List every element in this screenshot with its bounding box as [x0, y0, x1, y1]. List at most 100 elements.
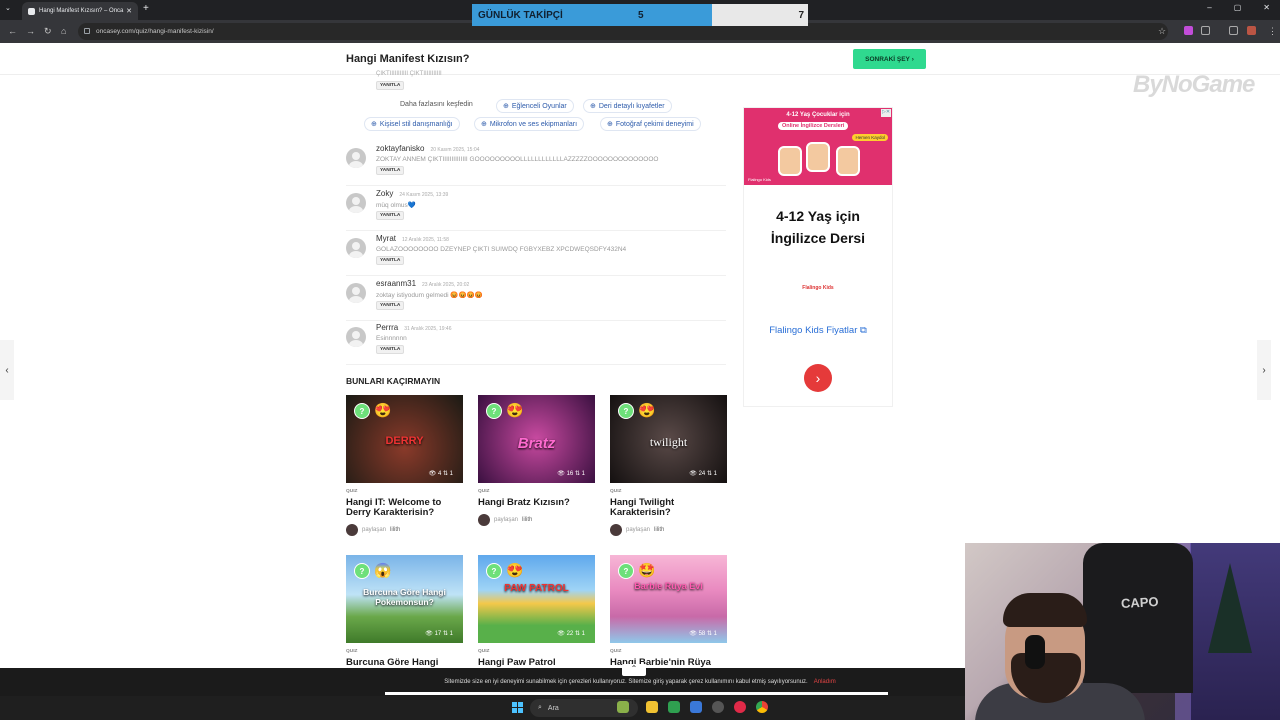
- emoji-badge-icon: 😍: [506, 562, 524, 578]
- chrome-icon[interactable]: [756, 701, 768, 713]
- card-title[interactable]: Hangi Twilight Karakterisin?: [610, 498, 728, 518]
- quiz-card[interactable]: ? 🤩 Barbie Rüya Evi 👁 58 ⇅ 1 QUIZ Hangi …: [610, 555, 728, 668]
- ad-link-label: Flalingo Kids Fiyatlar: [769, 325, 858, 336]
- explore-chip[interactable]: Deri detaylı kıyafetler: [583, 99, 672, 113]
- extension-icon[interactable]: [1184, 26, 1193, 35]
- ad-link[interactable]: Flalingo Kids Fiyatlar ⧉: [744, 325, 892, 336]
- next-arrow-icon[interactable]: ›: [1257, 340, 1271, 400]
- maximize-button[interactable]: ▢: [1234, 3, 1242, 12]
- menu-kebab-icon[interactable]: ⋮: [1268, 26, 1277, 37]
- author-name[interactable]: lilith: [522, 517, 532, 523]
- next-button-label: SONRAKİ ŞEY: [865, 55, 910, 63]
- media-player-icon[interactable]: [734, 701, 746, 713]
- shared-by-label: paylaşan: [494, 517, 519, 523]
- browser-tab[interactable]: Hangi Manifest Kızısın? – Onca ✕: [22, 2, 138, 20]
- emoji-badge-icon: 😍: [374, 402, 392, 418]
- scroll-top-icon[interactable]: ⌃: [622, 664, 646, 676]
- minimize-button[interactable]: –: [1207, 3, 1211, 12]
- home-icon[interactable]: ⌂: [61, 26, 66, 36]
- tab-close-icon[interactable]: ✕: [126, 7, 132, 15]
- extensions-puzzle-icon[interactable]: [1201, 26, 1210, 35]
- search-icon: ⌕: [538, 704, 542, 711]
- card-stats: 👁 22 ⇅ 1: [557, 631, 585, 637]
- quiz-thumbnail[interactable]: ? 😍 Bratz 👁 16 ⇅ 1: [478, 395, 595, 483]
- cookie-accept-link[interactable]: Anladım: [814, 679, 836, 685]
- author-name[interactable]: lilith: [654, 527, 664, 533]
- taskbar-search-label: Ara: [547, 704, 559, 712]
- reply-button[interactable]: YANITLA: [376, 166, 405, 175]
- chair-logo: CAPO: [1120, 594, 1159, 611]
- shared-by-label: paylaşan: [626, 527, 651, 533]
- avatar: [346, 193, 366, 213]
- card-title[interactable]: Hangi Bratz Kızısın?: [478, 498, 596, 508]
- quiz-card[interactable]: ? 😍 DERRY 👁 4 ⇅ 1 QUIZ Hangi IT: Welcome…: [346, 395, 464, 536]
- card-author: paylaşan lilith: [346, 524, 464, 536]
- card-title[interactable]: Hangi IT: Welcome to Derry Karakterisin?: [346, 498, 464, 518]
- prev-arrow-icon[interactable]: ‹: [0, 340, 14, 400]
- quiz-thumbnail[interactable]: ? 🤩 Barbie Rüya Evi 👁 58 ⇅ 1: [610, 555, 727, 643]
- thumbnail-title: Burcuna Göre Hangi Pokemonsun?: [363, 587, 446, 607]
- view-count: 16: [566, 471, 574, 477]
- follower-goal-area: 7: [712, 4, 808, 26]
- favicon-icon: [28, 7, 35, 15]
- new-tab-icon[interactable]: +: [143, 3, 149, 14]
- reply-button[interactable]: YANITLA: [376, 345, 405, 354]
- start-menu-icon[interactable]: [512, 702, 523, 713]
- avatar: [346, 283, 366, 303]
- flalingo-ad[interactable]: 4-12 Yaş Çocuklar için Online İngilizce …: [743, 107, 893, 407]
- quiz-thumbnail[interactable]: ? 😍 twilight 👁 24 ⇅ 1: [610, 395, 727, 483]
- card-stats: 👁 4 ⇅ 1: [428, 471, 453, 477]
- quiz-card[interactable]: ? 😍 PAW PATROL 👁 22 ⇅ 1 QUIZ Hangi Paw P…: [478, 555, 596, 668]
- view-count: 24: [698, 471, 706, 477]
- quiz-card[interactable]: ? 😍 twilight 👁 24 ⇅ 1 QUIZ Hangi Twiligh…: [610, 395, 728, 536]
- reply-button[interactable]: YANITLA: [376, 81, 405, 90]
- widgets-icon[interactable]: [617, 701, 629, 713]
- card-tag: QUIZ: [478, 489, 490, 494]
- forward-icon[interactable]: →: [26, 26, 35, 36]
- obs-icon[interactable]: [712, 701, 724, 713]
- close-window-button[interactable]: ✕: [1263, 3, 1270, 12]
- christmas-tree: [1208, 563, 1252, 653]
- ad-choices-icon[interactable]: ▷✕: [881, 109, 891, 117]
- card-title[interactable]: Burcuna Göre Hangi: [346, 658, 464, 668]
- quiz-card[interactable]: ? 😱 Burcuna Göre Hangi Pokemonsun? 👁 17 …: [346, 555, 464, 668]
- cookie-text: Sitemizde size en iyi deneyimi sunabilme…: [444, 679, 808, 685]
- question-badge-icon: ?: [486, 563, 502, 579]
- word-icon[interactable]: [690, 701, 702, 713]
- card-stats: 👁 16 ⇅ 1: [557, 471, 585, 477]
- comment-author[interactable]: Perrra: [376, 323, 398, 332]
- next-thing-button[interactable]: SONRAKİ ŞEY ›: [853, 49, 926, 69]
- explore-chip[interactable]: Fotoğraf çekimi deneyimi: [600, 117, 701, 131]
- profile-avatar-icon[interactable]: [1247, 26, 1256, 35]
- avatar: [346, 327, 366, 347]
- reply-button[interactable]: YANITLA: [376, 256, 405, 265]
- ad-headline: 4-12 Yaş için İngilizce Dersi: [744, 205, 892, 249]
- explore-chip[interactable]: Kişisel stil danışmanlığı: [364, 117, 460, 131]
- bookmark-star-icon[interactable]: ☆: [1158, 26, 1166, 37]
- quiz-card[interactable]: ? 😍 Bratz 👁 16 ⇅ 1 QUIZ Hangi Bratz Kızı…: [478, 395, 596, 526]
- comment-author[interactable]: Zoky: [376, 189, 393, 198]
- card-tag: QUIZ: [346, 489, 358, 494]
- reply-button[interactable]: YANITLA: [376, 301, 405, 310]
- comment-author[interactable]: zoktayfanisko: [376, 144, 424, 153]
- card-title[interactable]: Hangi Paw Patrol: [478, 658, 596, 668]
- back-icon[interactable]: ←: [8, 26, 17, 36]
- emoji-badge-icon: 🤩: [638, 562, 656, 578]
- downloads-icon[interactable]: [1229, 26, 1238, 35]
- quiz-thumbnail[interactable]: ? 😍 DERRY 👁 4 ⇅ 1: [346, 395, 463, 483]
- explore-chip[interactable]: Eğlenceli Oyunlar: [496, 99, 574, 113]
- reply-button[interactable]: YANITLA: [376, 211, 405, 220]
- ad-banner-image[interactable]: 4-12 Yaş Çocuklar için Online İngilizce …: [744, 108, 892, 185]
- author-name[interactable]: lilith: [390, 527, 400, 533]
- reload-icon[interactable]: ↻: [44, 26, 52, 37]
- site-info-icon[interactable]: [84, 28, 90, 34]
- excel-icon[interactable]: [668, 701, 680, 713]
- ad-go-button[interactable]: ›: [804, 364, 832, 392]
- comment-author[interactable]: Myrat: [376, 234, 396, 243]
- comment-author[interactable]: esraanm31: [376, 279, 416, 288]
- explore-chip[interactable]: Mikrofon ve ses ekipmanları: [474, 117, 585, 131]
- quiz-thumbnail[interactable]: ? 😱 Burcuna Göre Hangi Pokemonsun? 👁 17 …: [346, 555, 463, 643]
- quiz-thumbnail[interactable]: ? 😍 PAW PATROL 👁 22 ⇅ 1: [478, 555, 595, 643]
- tab-search-icon[interactable]: ⌄: [5, 4, 11, 12]
- file-explorer-icon[interactable]: [646, 701, 658, 713]
